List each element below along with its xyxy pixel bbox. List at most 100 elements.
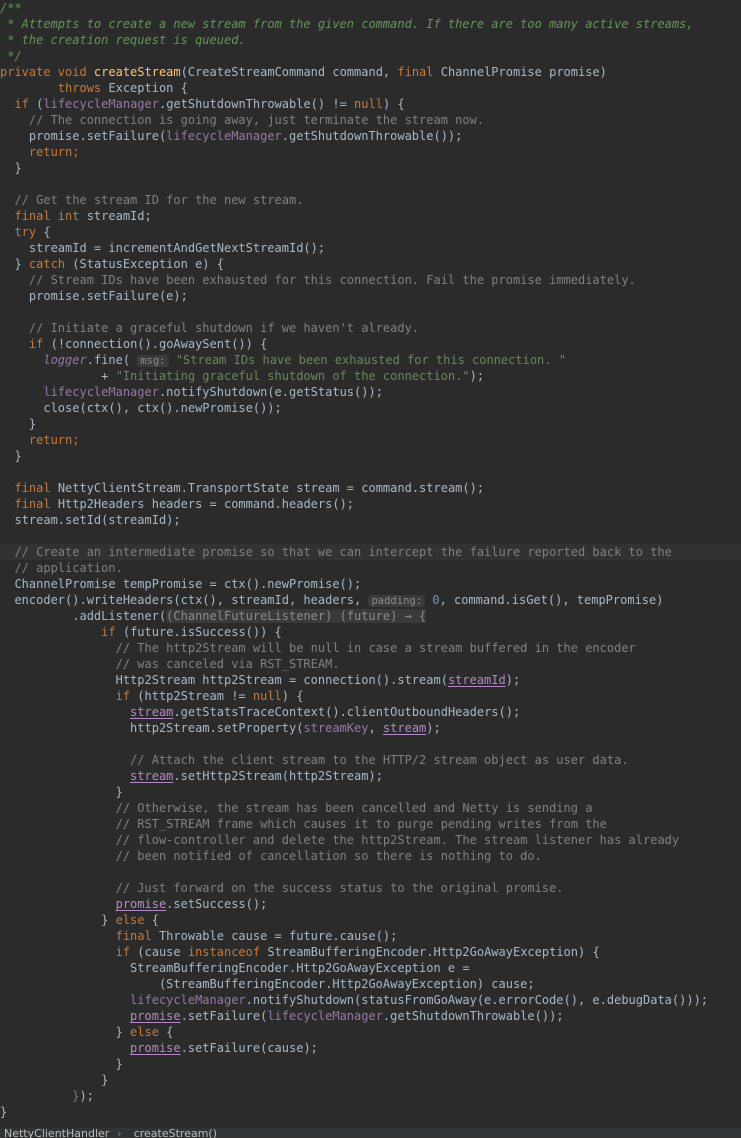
code-line[interactable]: final NettyClientStream.TransportState s… — [0, 480, 741, 496]
code-line[interactable]: final Http2Headers headers = command.hea… — [0, 496, 741, 512]
code-token: // Create an intermediate promise so tha… — [14, 545, 672, 559]
code-token: (StatusException e) { — [72, 257, 224, 271]
code-token: + — [0, 369, 116, 383]
code-line[interactable]: .addListener((ChannelFutureListener) (fu… — [0, 608, 741, 624]
code-token: } — [0, 1105, 8, 1119]
code-line[interactable]: } — [0, 1056, 741, 1072]
code-line[interactable]: } else { — [0, 912, 741, 928]
code-line[interactable]: stream.getStatsTraceContext().clientOutb… — [0, 704, 741, 720]
code-line[interactable]: // Create an intermediate promise so tha… — [0, 544, 741, 560]
code-token: ); — [505, 673, 521, 687]
code-token: else — [115, 913, 152, 927]
code-line[interactable]: stream.setHttp2Stream(http2Stream); — [0, 768, 741, 784]
code-line[interactable]: // Stream IDs have been exhausted for th… — [0, 272, 741, 288]
code-line[interactable]: } else { — [0, 1024, 741, 1040]
code-token: (cause — [137, 945, 188, 959]
code-line[interactable]: promise.setFailure(cause); — [0, 1040, 741, 1056]
code-line[interactable]: // Attach the client stream to the HTTP/… — [0, 752, 741, 768]
code-line[interactable]: logger.fine( msg: "Stream IDs have been … — [0, 352, 741, 368]
parameter-hint: msg: — [137, 355, 169, 367]
code-token: StreamBufferingEncoder.Http2GoAwayExcept… — [267, 945, 600, 959]
code-token: promise.setFailure( — [0, 129, 167, 143]
code-line[interactable]: // Initiate a graceful shutdown if we ha… — [0, 320, 741, 336]
code-line[interactable]: // RST_STREAM frame which causes it to p… — [0, 816, 741, 832]
code-line[interactable]: private void createStream(CreateStreamCo… — [0, 64, 741, 80]
code-token: , command.isGet(), tempPromise) — [439, 593, 664, 607]
code-line[interactable]: streamId = incrementAndGetNextStreamId()… — [0, 240, 741, 256]
code-line[interactable]: } catch (StatusException e) { — [0, 256, 741, 272]
code-line[interactable]: lifecycleManager.notifyShutdown(e.getSta… — [0, 384, 741, 400]
code-line[interactable]: } — [0, 160, 741, 176]
code-line[interactable]: (StreamBufferingEncoder.Http2GoAwayExcep… — [0, 976, 741, 992]
code-line[interactable]: lifecycleManager.notifyShutdown(statusFr… — [0, 992, 741, 1008]
code-token: .addListener( — [0, 609, 167, 623]
code-token: return; — [28, 145, 80, 159]
code-line[interactable]: }); — [0, 1088, 741, 1104]
code-line[interactable]: promise.setFailure(e); — [0, 288, 741, 304]
code-token: * the creation request is queued. — [0, 33, 246, 47]
code-line[interactable]: } — [0, 1104, 741, 1120]
code-line[interactable]: if (future.isSuccess()) { — [0, 624, 741, 640]
code-line[interactable] — [0, 864, 741, 880]
code-line[interactable]: try { — [0, 224, 741, 240]
code-line[interactable]: // was canceled via RST_STREAM. — [0, 656, 741, 672]
code-line[interactable]: } — [0, 1072, 741, 1088]
code-token: (StreamBufferingEncoder.Http2GoAwayExcep… — [0, 977, 535, 991]
code-line[interactable]: } — [0, 416, 741, 432]
code-line[interactable] — [0, 528, 741, 544]
code-line[interactable]: // flow-controller and delete the http2S… — [0, 832, 741, 848]
code-line[interactable]: // The connection is going away, just te… — [0, 112, 741, 128]
code-line[interactable]: // Just forward on the success status to… — [0, 880, 741, 896]
code-line[interactable]: final int streamId; — [0, 208, 741, 224]
code-line[interactable]: StreamBufferingEncoder.Http2GoAwayExcept… — [0, 960, 741, 976]
code-line[interactable]: // been notified of cancellation so ther… — [0, 848, 741, 864]
code-line[interactable]: /** — [0, 0, 741, 16]
code-line[interactable]: Http2Stream http2Stream = connection().s… — [0, 672, 741, 688]
code-line[interactable]: * Attempts to create a new stream from t… — [0, 16, 741, 32]
code-line[interactable]: promise.setFailure(lifecycleManager.getS… — [0, 128, 741, 144]
code-line[interactable]: if (lifecycleManager.getShutdownThrowabl… — [0, 96, 741, 112]
code-token: final — [14, 481, 58, 495]
code-line[interactable]: } — [0, 448, 741, 464]
code-line[interactable]: // application. — [0, 560, 741, 576]
code-line[interactable]: } — [0, 784, 741, 800]
code-token: final int — [14, 209, 87, 223]
code-line[interactable]: promise.setSuccess(); — [0, 896, 741, 912]
code-line[interactable]: return; — [0, 432, 741, 448]
code-line[interactable]: promise.setFailure(lifecycleManager.getS… — [0, 1008, 741, 1024]
code-token: .getShutdownThrowable() != — [158, 97, 355, 111]
code-line[interactable]: ChannelPromise tempPromise = ctx().newPr… — [0, 576, 741, 592]
code-line[interactable]: // The http2Stream will be null in case … — [0, 640, 741, 656]
code-line[interactable]: // Otherwise, the stream has been cancel… — [0, 800, 741, 816]
code-line[interactable]: http2Stream.setProperty(streamKey, strea… — [0, 720, 741, 736]
code-line[interactable]: return; — [0, 144, 741, 160]
code-line[interactable]: encoder().writeHeaders(ctx(), streamId, … — [0, 592, 741, 608]
code-line[interactable]: + "Initiating graceful shutdown of the c… — [0, 368, 741, 384]
code-line[interactable]: */ — [0, 48, 741, 64]
breadcrumb-item-method[interactable]: createStream() — [130, 1128, 217, 1138]
code-line[interactable]: throws Exception { — [0, 80, 741, 96]
code-line[interactable] — [0, 736, 741, 752]
code-token: // Attach the client stream to the HTTP/… — [130, 753, 629, 767]
code-line[interactable]: if (cause instanceof StreamBufferingEnco… — [0, 944, 741, 960]
code-line[interactable]: close(ctx(), ctx().newPromise()); — [0, 400, 741, 416]
code-line[interactable]: if (!connection().goAwaySent()) { — [0, 336, 741, 352]
code-editor[interactable]: /** * Attempts to create a new stream fr… — [0, 0, 741, 1128]
code-line[interactable] — [0, 464, 741, 480]
code-line[interactable]: final Throwable cause = future.cause(); — [0, 928, 741, 944]
code-line[interactable] — [0, 176, 741, 192]
code-token: ); — [79, 1089, 94, 1103]
breadcrumb-item-class[interactable]: NettyClientHandler — [0, 1128, 109, 1138]
code-line[interactable]: if (http2Stream != null) { — [0, 688, 741, 704]
code-line[interactable]: // Get the stream ID for the new stream. — [0, 192, 741, 208]
code-line[interactable]: stream.setId(streamId); — [0, 512, 741, 528]
code-line[interactable]: * the creation request is queued. — [0, 32, 741, 48]
code-line[interactable] — [0, 304, 741, 320]
